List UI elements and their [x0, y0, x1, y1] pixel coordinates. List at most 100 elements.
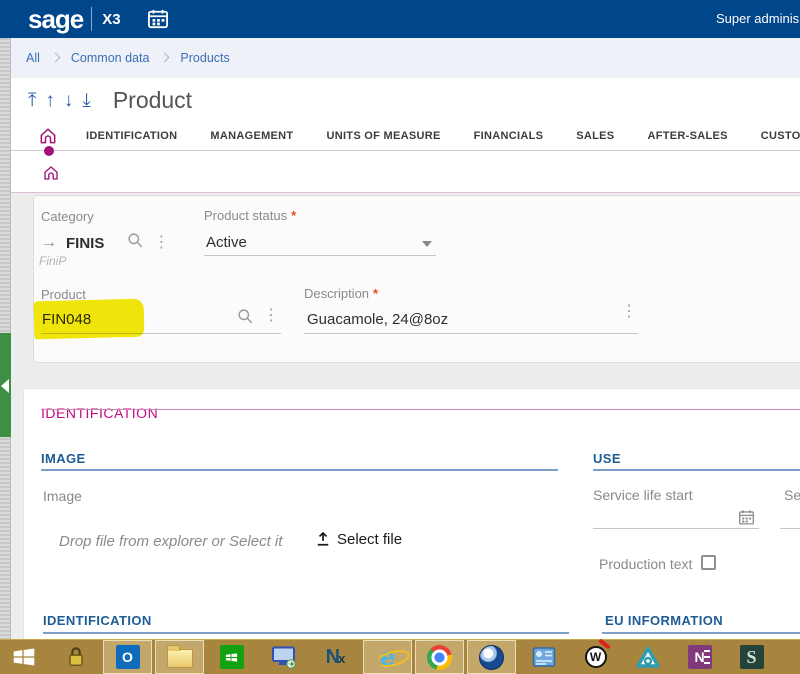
product-input[interactable]: FIN048 — [42, 311, 91, 328]
calendar-icon[interactable] — [147, 9, 169, 29]
tab-identification[interactable]: IDENTIFICATION — [86, 130, 177, 142]
taskbar-onenote[interactable]: N — [675, 640, 724, 674]
sage-x3-window: sage X3 Super adminis All Common data Pr… — [0, 0, 800, 674]
category-hint: FiniP — [39, 254, 66, 268]
nx-icon: Nx — [326, 647, 346, 667]
record-navigation: ⤒ ↑ ↓ ⤓ — [28, 91, 91, 110]
taskbar-windows-store[interactable] — [207, 640, 256, 674]
triangle-loop-icon — [635, 645, 661, 670]
service-life-end-label: Se — [784, 487, 800, 503]
eu-information-title: EU INFORMATION — [605, 613, 723, 628]
tab-management[interactable]: MANAGEMENT — [210, 130, 293, 142]
section-tab-bar: IDENTIFICATION MANAGEMENT UNITS OF MEASU… — [11, 122, 800, 151]
required-marker: * — [373, 286, 378, 301]
collapse-left-icon — [1, 379, 9, 393]
use-block-title: USE — [593, 451, 621, 466]
production-text-label: Production text — [599, 556, 692, 572]
breadcrumb-common-data[interactable]: Common data — [71, 51, 150, 65]
tab-sales[interactable]: SALES — [576, 130, 614, 142]
current-user[interactable]: Super adminis — [716, 11, 799, 26]
store-icon — [220, 645, 244, 669]
folder-icon — [167, 649, 193, 668]
identification-panel: IDENTIFICATION IMAGE Image Drop file fro… — [23, 388, 800, 639]
left-panel-splitter[interactable] — [0, 38, 11, 639]
internet-explorer-icon: e — [380, 644, 395, 671]
tab-units-of-measure[interactable]: UNITS OF MEASURE — [326, 130, 440, 142]
product-status-label: Product status* — [204, 208, 296, 223]
record-header: ⤒ ↑ ↓ ⤓ Product — [11, 78, 800, 122]
last-record-icon[interactable]: ⤓ — [82, 91, 90, 110]
breadcrumb: All Common data Products — [11, 38, 800, 78]
product-lookup-icon[interactable] — [237, 308, 254, 330]
production-text-checkbox[interactable] — [701, 555, 716, 570]
taskbar-s-app[interactable]: S — [727, 640, 776, 674]
product-header-card: Category → FINIS ⋮ FiniP Product status*… — [33, 195, 800, 363]
identification-section-title: IDENTIFICATION — [41, 405, 158, 421]
home-section-icon[interactable] — [42, 164, 60, 187]
category-lookup-icon[interactable] — [127, 232, 144, 254]
sticky-section-bar — [11, 151, 800, 193]
taskbar-blue-globe-app[interactable] — [467, 640, 516, 674]
tab-customer[interactable]: CUSTOMER — [761, 130, 800, 142]
category-value[interactable]: FINIS — [66, 235, 104, 252]
taskbar-lock-app[interactable] — [51, 640, 100, 674]
taskbar-w-security-app[interactable]: W — [571, 640, 620, 674]
taskbar-remote-desktop[interactable] — [259, 640, 308, 674]
product-menu-icon[interactable]: ⋮ — [263, 308, 279, 324]
image-drop-hint: Drop file from explorer or Select it — [59, 533, 282, 550]
top-app-bar: sage X3 Super adminis — [0, 0, 800, 38]
product-status-underline — [204, 255, 436, 256]
taskbar-triangle-app[interactable] — [623, 640, 672, 674]
image-field-label: Image — [43, 488, 82, 504]
w-badge-icon: W — [585, 646, 607, 668]
tabs: IDENTIFICATION MANAGEMENT UNITS OF MEASU… — [86, 130, 800, 142]
taskbar-chrome[interactable] — [415, 640, 464, 674]
upload-icon — [316, 532, 330, 547]
description-menu-icon[interactable]: ⋮ — [621, 304, 637, 320]
onenote-icon: N — [688, 645, 712, 669]
tab-financials[interactable]: FINANCIALS — [474, 130, 544, 142]
taskbar-system-settings[interactable] — [519, 640, 568, 674]
globe-icon — [479, 645, 504, 670]
start-button[interactable] — [0, 640, 48, 674]
jump-to-record-icon[interactable]: → — [41, 234, 57, 252]
service-life-start-input[interactable] — [593, 528, 759, 529]
chevron-right-icon — [50, 53, 60, 63]
previous-record-icon[interactable]: ↑ — [45, 91, 55, 110]
taskbar-internet-explorer[interactable]: e — [363, 640, 412, 674]
first-record-icon[interactable]: ⤒ — [28, 91, 36, 110]
chrome-icon — [427, 645, 452, 670]
product-label: Product — [41, 287, 86, 302]
datepicker-calendar-icon[interactable] — [738, 509, 755, 531]
service-life-end-input[interactable] — [780, 528, 800, 529]
taskbar-file-explorer[interactable] — [155, 640, 204, 674]
description-input[interactable]: Guacamole, 24@8oz — [307, 311, 448, 328]
home-tab[interactable] — [38, 126, 58, 146]
taskbar-outlook[interactable]: O — [103, 640, 152, 674]
description-underline — [304, 333, 638, 334]
outlook-icon: O — [116, 645, 140, 669]
category-label: Category — [41, 209, 94, 224]
image-block-title: IMAGE — [41, 451, 86, 466]
sage-logo[interactable]: sage — [28, 6, 83, 32]
next-record-icon[interactable]: ↓ — [64, 91, 74, 110]
service-life-start-label: Service life start — [593, 487, 693, 503]
tab-after-sales[interactable]: AFTER-SALES — [647, 130, 727, 142]
chevron-right-icon — [160, 53, 170, 63]
product-status-select[interactable]: Active — [206, 234, 247, 251]
identification-sub-title: IDENTIFICATION — [43, 613, 152, 628]
windows-taskbar: O Nx e W — [0, 639, 800, 674]
breadcrumb-all[interactable]: All — [26, 51, 40, 65]
control-panel-icon — [532, 646, 556, 668]
active-tab-indicator — [44, 146, 54, 156]
category-menu-icon[interactable]: ⋮ — [153, 235, 169, 251]
s-app-icon: S — [740, 645, 764, 669]
splitter-grip[interactable] — [0, 333, 11, 437]
dropdown-caret-icon[interactable] — [422, 241, 432, 247]
select-file-button[interactable]: Select file — [316, 531, 402, 548]
brand-divider — [91, 7, 92, 31]
breadcrumb-products[interactable]: Products — [180, 51, 229, 65]
required-marker: * — [291, 208, 296, 223]
taskbar-nx-app[interactable]: Nx — [311, 640, 360, 674]
page-title: Product — [113, 87, 192, 114]
